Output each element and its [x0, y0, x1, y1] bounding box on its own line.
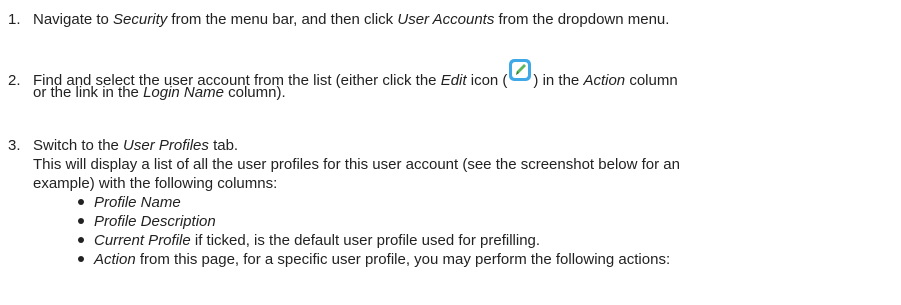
bullet-icon: [78, 256, 84, 262]
step-3-description-continued: example) with the following columns:: [33, 174, 277, 193]
list-item: Profile Description: [78, 212, 670, 231]
security-menu-ref: Security: [113, 11, 168, 28]
step-3-description: This will display a list of all the user…: [33, 155, 680, 174]
step-text: This will display a list of all the user…: [33, 156, 680, 173]
user-profiles-tab-ref: User Profiles: [123, 137, 209, 154]
list-item: Current Profile if ticked, is the defaul…: [78, 231, 670, 250]
step-number: 2.: [8, 72, 21, 89]
column-name: Current Profile: [94, 232, 191, 249]
user-accounts-ref: User Accounts: [397, 11, 495, 28]
step-number: 1.: [8, 11, 21, 28]
step-3: 3. Switch to the User Profiles tab.: [8, 136, 238, 155]
step-text: from the dropdown menu.: [494, 11, 670, 28]
column-name: Profile Description: [94, 213, 216, 230]
columns-list: Profile Name Profile Description Current…: [78, 193, 670, 269]
step-text: Navigate to: [33, 11, 114, 28]
bullet-icon: [78, 237, 84, 243]
step-text: example) with the following columns:: [33, 175, 278, 192]
step-text: from the menu bar, and then click: [167, 11, 398, 28]
step-text: tab.: [208, 137, 239, 154]
step-2-continued: or the link in the Login Name column).: [33, 83, 286, 102]
step-text: or the link in the: [33, 84, 144, 101]
step-1: 1. Navigate to Security from the menu bar…: [8, 10, 669, 29]
column-description: if ticked, is the default user profile u…: [190, 232, 541, 249]
edit-icon: [508, 59, 532, 88]
bullet-icon: [78, 199, 84, 205]
login-name-ref: Login Name: [143, 84, 224, 101]
step-text: column).: [223, 84, 286, 101]
list-item: Action from this page, for a specific us…: [78, 250, 670, 269]
list-item: Profile Name: [78, 193, 670, 212]
action-column-ref: Action: [583, 72, 626, 89]
step-text: icon (: [466, 72, 508, 89]
bullet-icon: [78, 218, 84, 224]
edit-ref: Edit: [440, 72, 467, 89]
step-text: column: [625, 72, 678, 89]
column-name: Profile Name: [94, 194, 181, 211]
step-text: Switch to the: [33, 137, 124, 154]
column-name: Action: [94, 251, 136, 268]
step-number: 3.: [8, 137, 21, 154]
column-description: from this page, for a specific user prof…: [135, 251, 671, 268]
step-text: ) in the: [533, 72, 584, 89]
